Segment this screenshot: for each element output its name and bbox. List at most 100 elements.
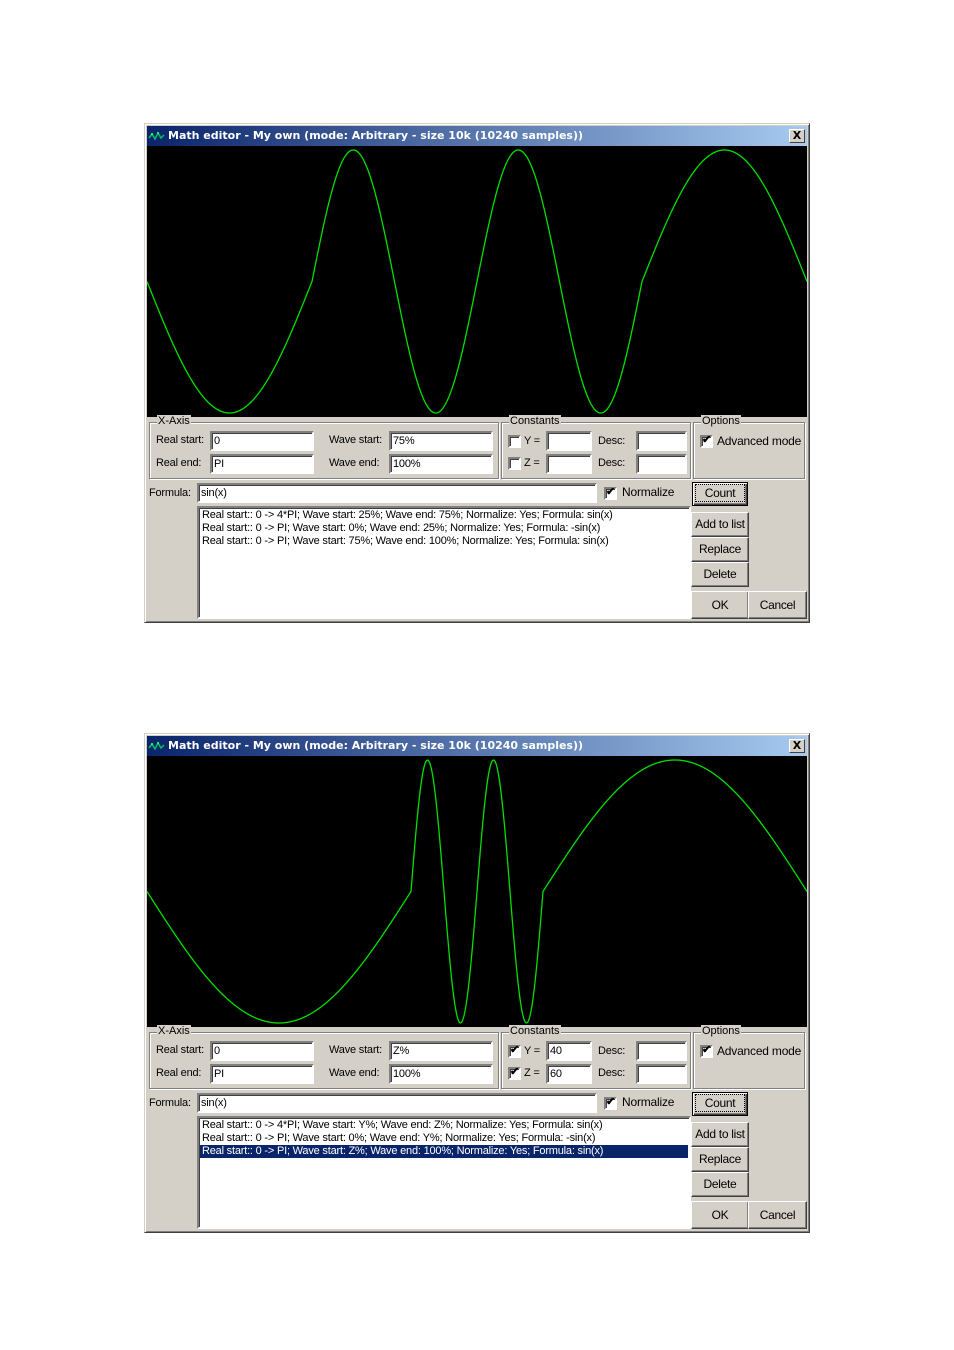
formula-list[interactable]: Real start:: 0 -> 4*PI; Wave start: 25%;… (197, 506, 691, 619)
z-desc-input[interactable] (636, 454, 687, 474)
wave-end-label: Wave end: (329, 457, 380, 469)
real-end-input[interactable]: PI (210, 454, 314, 474)
y-desc-label: Desc: (598, 1045, 626, 1057)
ok-button[interactable]: OK (691, 591, 749, 619)
title-bar[interactable]: Math editor - My own (mode: Arbitrary - … (147, 126, 807, 146)
close-icon: X (792, 739, 802, 752)
window-title: Math editor - My own (mode: Arbitrary - … (168, 739, 584, 752)
constants-legend: Constants (509, 1025, 561, 1038)
z-desc-input[interactable] (636, 1064, 687, 1084)
y-constant-checkbox[interactable] (508, 435, 521, 448)
y-constant-label: Y = (524, 435, 541, 447)
list-item[interactable]: Real start:: 0 -> 4*PI; Wave start: 25%;… (200, 509, 688, 522)
delete-button[interactable]: Delete (691, 1172, 749, 1197)
check-icon: ✔ (702, 1044, 712, 1056)
ok-button[interactable]: OK (691, 1201, 749, 1229)
formula-list[interactable]: Real start:: 0 -> 4*PI; Wave start: Y%; … (197, 1116, 691, 1229)
z-constant-input[interactable]: 60 (546, 1064, 592, 1084)
close-icon: X (792, 129, 802, 142)
wave-start-input[interactable]: Z% (389, 1041, 493, 1061)
x-axis-legend: X-Axis (157, 415, 191, 428)
real-end-label: Real end: (156, 1067, 202, 1079)
real-start-label: Real start: (156, 434, 204, 446)
options-legend: Options (701, 1025, 741, 1038)
list-item[interactable]: Real start:: 0 -> PI; Wave start: 75%; W… (200, 535, 688, 548)
check-icon: ✔ (606, 486, 616, 498)
wave-start-label: Wave start: (329, 434, 383, 446)
waveform-plot (147, 756, 807, 1027)
math-editor-dialog: Math editor - My own (mode: Arbitrary - … (144, 733, 810, 1233)
normalize-checkbox[interactable]: ✔ (604, 1096, 617, 1110)
real-start-label: Real start: (156, 1044, 204, 1056)
close-button[interactable]: X (789, 739, 805, 753)
formula-input[interactable]: sin(x) (197, 483, 597, 503)
check-icon: ✔ (510, 1066, 520, 1078)
z-constant-input[interactable] (546, 454, 592, 474)
app-icon (148, 741, 165, 751)
y-desc-input[interactable] (636, 1041, 687, 1061)
constants-legend: Constants (509, 415, 561, 428)
cancel-button[interactable]: Cancel (748, 1201, 807, 1229)
title-bar[interactable]: Math editor - My own (mode: Arbitrary - … (147, 736, 807, 756)
count-button-label: Count (694, 1094, 746, 1112)
options-group: Options (693, 1025, 805, 1089)
z-desc-label: Desc: (598, 1067, 626, 1079)
waveform-trace (147, 759, 807, 1024)
y-desc-label: Desc: (598, 435, 626, 447)
count-button-label: Count (694, 484, 746, 502)
list-item[interactable]: Real start:: 0 -> 4*PI; Wave start: Y%; … (200, 1119, 688, 1132)
z-constant-checkbox[interactable] (508, 457, 521, 470)
advanced-mode-checkbox[interactable]: ✔ (700, 434, 713, 448)
math-editor-dialog: Math editor - My own (mode: Arbitrary - … (144, 123, 810, 623)
advanced-mode-label: Advanced mode (717, 434, 802, 448)
real-end-input[interactable]: PI (210, 1064, 314, 1084)
close-button[interactable]: X (789, 129, 805, 143)
wave-start-label: Wave start: (329, 1044, 383, 1056)
list-item[interactable]: Real start:: 0 -> PI; Wave start: 0%; Wa… (200, 1132, 688, 1145)
y-constant-input[interactable] (546, 431, 592, 451)
replace-button[interactable]: Replace (691, 537, 749, 562)
waveform-svg (147, 149, 807, 414)
delete-button[interactable]: Delete (691, 562, 749, 587)
y-constant-label: Y = (524, 1045, 541, 1057)
z-constant-label: Z = (524, 457, 540, 469)
wave-start-input[interactable]: 75% (389, 431, 493, 451)
formula-label: Formula: (149, 1097, 191, 1109)
normalize-label: Normalize (622, 1095, 675, 1109)
real-start-input[interactable]: 0 (210, 1041, 314, 1061)
advanced-mode-checkbox[interactable]: ✔ (700, 1044, 713, 1058)
y-constant-input[interactable]: 40 (546, 1041, 592, 1061)
waveform-trace (147, 149, 807, 414)
list-item[interactable]: Real start:: 0 -> PI; Wave start: 0%; Wa… (200, 522, 688, 535)
check-icon: ✔ (702, 434, 712, 446)
real-start-input[interactable]: 0 (210, 431, 314, 451)
add-to-list-button[interactable]: Add to list (691, 512, 749, 537)
wave-end-label: Wave end: (329, 1067, 380, 1079)
formula-input[interactable]: sin(x) (197, 1093, 597, 1113)
advanced-mode-label: Advanced mode (717, 1044, 802, 1058)
cancel-button[interactable]: Cancel (748, 591, 807, 619)
normalize-checkbox[interactable]: ✔ (604, 486, 617, 500)
x-axis-legend: X-Axis (157, 1025, 191, 1038)
add-to-list-button[interactable]: Add to list (691, 1122, 749, 1147)
count-button[interactable]: Count (692, 482, 748, 506)
z-constant-checkbox[interactable]: ✔ (508, 1066, 521, 1080)
options-group: Options (693, 415, 805, 479)
y-desc-input[interactable] (636, 431, 687, 451)
app-icon (148, 131, 165, 141)
count-button[interactable]: Count (692, 1092, 748, 1116)
real-end-label: Real end: (156, 457, 202, 469)
wave-end-input[interactable]: 100% (389, 454, 493, 474)
z-constant-label: Z = (524, 1067, 540, 1079)
wave-end-input[interactable]: 100% (389, 1064, 493, 1084)
y-constant-checkbox[interactable]: ✔ (508, 1044, 521, 1058)
waveform-plot (147, 146, 807, 417)
replace-button[interactable]: Replace (691, 1147, 749, 1172)
formula-label: Formula: (149, 487, 191, 499)
z-desc-label: Desc: (598, 457, 626, 469)
waveform-svg (147, 759, 807, 1024)
list-item[interactable]: Real start:: 0 -> PI; Wave start: Z%; Wa… (200, 1145, 688, 1158)
check-icon: ✔ (510, 1044, 520, 1056)
window-title: Math editor - My own (mode: Arbitrary - … (168, 129, 584, 142)
options-legend: Options (701, 415, 741, 428)
